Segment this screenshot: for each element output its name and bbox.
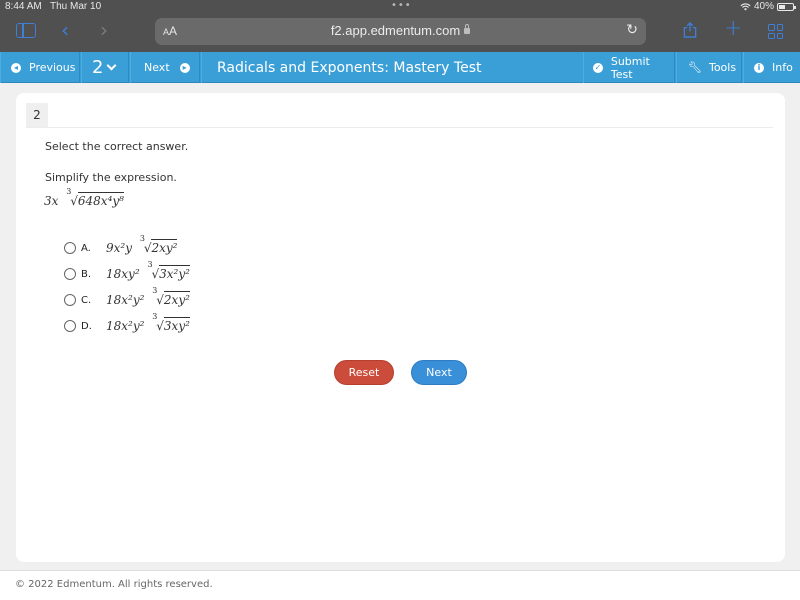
status-time: 8:44 AM <box>5 1 42 12</box>
footer: © 2022 Edmentum. All rights reserved. <box>0 571 800 600</box>
test-toolbar: ◂ Previous 2 Next ▸ Radicals and Exponen… <box>0 52 800 83</box>
arrow-right-circle-icon: ▸ <box>179 62 190 73</box>
option-expression: 18x²y² 3 √2xy² <box>106 286 190 307</box>
tabs-grid-icon[interactable] <box>768 24 783 39</box>
prompt-text: Simplify the expression. <box>45 171 177 184</box>
root-index: 3 <box>152 286 158 295</box>
option-coefficient: 9x²y <box>106 241 132 255</box>
radicand: 2xy² <box>163 291 190 307</box>
option-letter: A. <box>81 242 91 254</box>
share-icon[interactable] <box>683 22 697 38</box>
info-circle-icon: i <box>754 62 764 73</box>
option-expression: 18x²y² 3 √3xy² <box>106 312 190 333</box>
root-index: 3 <box>66 187 72 196</box>
lock-icon <box>464 24 471 34</box>
cube-root: 3 √648x⁴y⁸ <box>66 187 124 208</box>
option-expression: 9x²y 3 √2xy² <box>106 234 178 255</box>
radio-button[interactable] <box>64 242 76 254</box>
answer-options: A. 9x²y 3 √2xy² B. 18xy² 3 √3x²y² C. 18x²y… <box>64 234 190 339</box>
sidebar-icon[interactable] <box>16 23 36 38</box>
next-button[interactable]: Next <box>411 360 467 385</box>
multitasking-dots-icon[interactable]: ••• <box>391 0 412 11</box>
radio-button[interactable] <box>64 268 76 280</box>
submit-test-button[interactable]: ✓ Submit Test <box>583 52 675 83</box>
option-c[interactable]: C. 18x²y² 3 √2xy² <box>64 286 190 313</box>
test-title: Radicals and Exponents: Mastery Test <box>201 52 583 83</box>
battery-percent: 40% <box>753 1 774 12</box>
option-b[interactable]: B. 18xy² 3 √3x²y² <box>64 260 190 287</box>
previous-label: Previous <box>29 61 76 74</box>
question-selector[interactable]: 2 <box>81 52 129 83</box>
copyright-text: © 2022 Edmentum. All rights reserved. <box>15 579 213 590</box>
previous-button[interactable]: ◂ Previous <box>0 52 80 83</box>
wifi-icon <box>740 2 751 11</box>
browser-chrome: 8:44 AM Thu Mar 10 ••• 40% ‹ › AA f2.app… <box>0 0 800 52</box>
address-bar[interactable]: AA f2.app.edmentum.com ↻ <box>155 18 646 45</box>
radio-button[interactable] <box>64 320 76 332</box>
new-tab-icon[interactable]: + <box>724 16 742 41</box>
question-card: 2 Select the correct answer. Simplify th… <box>16 93 785 562</box>
root-index: 3 <box>152 312 158 321</box>
tools-label: Tools <box>708 61 737 74</box>
option-letter: D. <box>81 320 92 332</box>
reset-button[interactable]: Reset <box>334 360 394 385</box>
question-number-badge: 2 <box>26 103 48 127</box>
next-nav-button[interactable]: Next ▸ <box>130 52 200 83</box>
tools-button[interactable]: 🔧︎ Tools <box>676 52 742 83</box>
chevron-down-icon <box>107 60 117 71</box>
root-index: 3 <box>139 234 145 243</box>
option-letter: B. <box>81 268 92 280</box>
wrench-icon: 🔧︎ <box>688 61 702 74</box>
expression: 3x 3 √648x⁴y⁸ <box>44 187 124 208</box>
reload-icon[interactable]: ↻ <box>626 22 638 38</box>
test-title-text: Radicals and Exponents: Mastery Test <box>217 59 482 76</box>
info-label: Info <box>772 61 793 74</box>
battery-icon <box>777 2 796 11</box>
back-icon[interactable]: ‹ <box>61 18 69 42</box>
info-button[interactable]: i Info <box>743 52 800 83</box>
radicand: 3xy² <box>163 317 190 333</box>
arrow-left-circle-icon: ◂ <box>11 62 21 73</box>
submit-label: Submit Test <box>610 54 650 81</box>
option-expression: 18xy² 3 √3x²y² <box>106 260 190 281</box>
option-coefficient: 18x²y² <box>106 319 145 333</box>
status-date: Thu Mar 10 <box>50 1 102 12</box>
question-number: 2 <box>92 57 104 78</box>
radicand: 648x⁴y⁸ <box>77 192 124 208</box>
forward-icon[interactable]: › <box>100 18 108 42</box>
option-d[interactable]: D. 18x²y² 3 √3xy² <box>64 312 190 339</box>
root-index: 3 <box>147 260 153 269</box>
radicand: 3x²y² <box>159 265 190 281</box>
status-indicators: 40% <box>740 1 796 12</box>
divider <box>26 127 773 128</box>
option-letter: C. <box>81 294 92 306</box>
instruction-text: Select the correct answer. <box>45 140 189 153</box>
option-coefficient: 18xy² <box>106 267 140 281</box>
radicand: 2xy² <box>151 239 178 255</box>
url-text[interactable]: f2.app.edmentum.com <box>331 23 460 38</box>
next-nav-label: Next <box>144 61 170 74</box>
radio-button[interactable] <box>64 294 76 306</box>
expression-coefficient: 3x <box>44 194 59 208</box>
option-a[interactable]: A. 9x²y 3 √2xy² <box>64 234 190 261</box>
option-coefficient: 18x²y² <box>106 293 145 307</box>
check-circle-icon: ✓ <box>593 62 603 73</box>
